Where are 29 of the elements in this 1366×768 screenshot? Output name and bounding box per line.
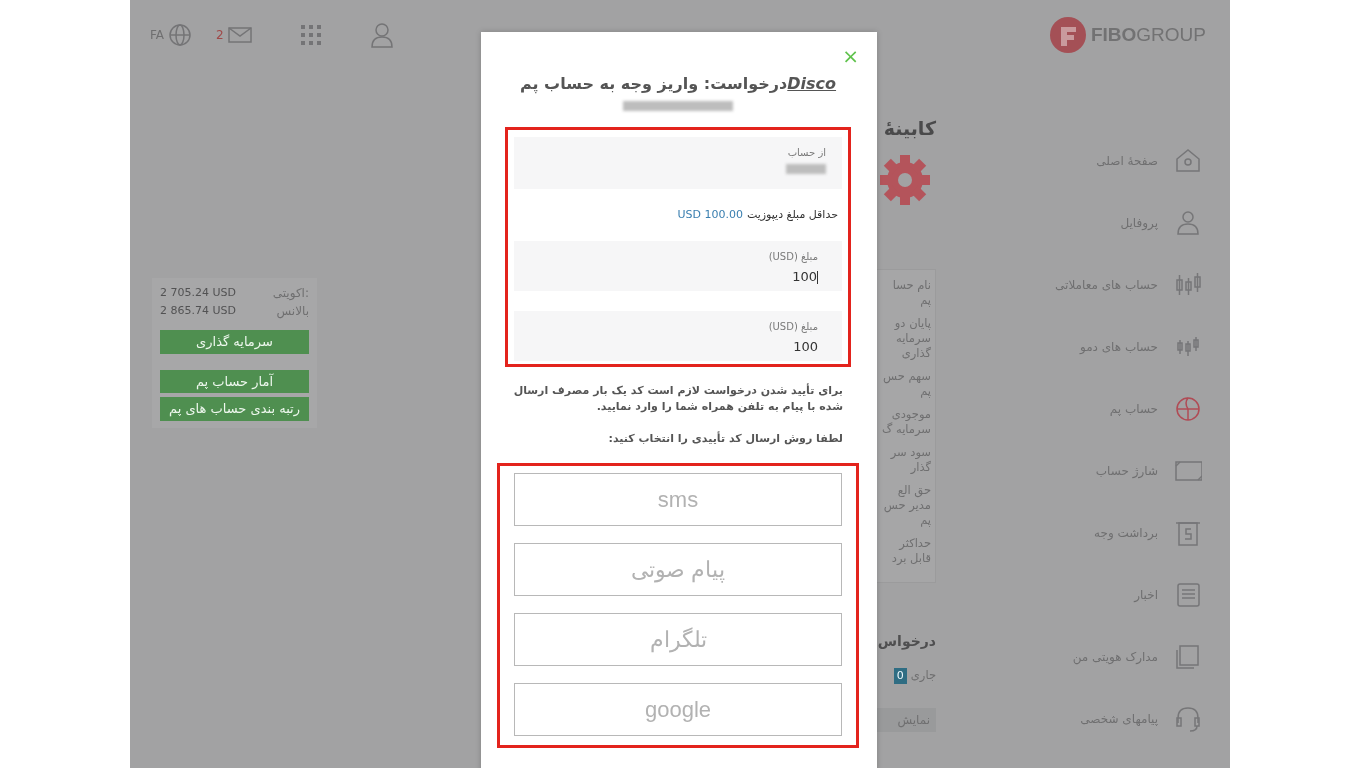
- mail-icon: [227, 26, 252, 44]
- min-deposit-label: حداقل مبلغ دیپوزیت: [746, 206, 838, 223]
- pamm-action-button[interactable]: رتبه بندی حساب های پم: [160, 397, 309, 421]
- pamm-action-button[interactable]: سرمایه گذاری: [160, 330, 309, 354]
- balance-label: بالانس: [276, 303, 309, 320]
- section-title: درخواس: [877, 631, 936, 652]
- instruction-text: برای تأیید شدن درخواست لازم است کد یک بار مصرف ارسال شده با پیام به تلفن همراه شما را وارد نمایید.: [512, 383, 844, 416]
- balance-label: اکویتی:: [272, 285, 309, 302]
- page-title: کابینهٔ: [883, 116, 936, 141]
- redacted-text: [786, 164, 826, 175]
- grid-icon: [299, 24, 322, 46]
- from-account-field[interactable]: از حساب: [514, 137, 842, 190]
- verification-method-button[interactable]: تلگرام: [514, 613, 842, 667]
- verification-method-button[interactable]: sms: [514, 473, 842, 527]
- count-badge: 0: [893, 667, 907, 684]
- verification-method-button[interactable]: پیام صوتی: [514, 543, 842, 597]
- balance-value: 2 705.24 USD: [160, 284, 236, 301]
- instruction-text: لطفا روش ارسال کد تأییدی را انتخاب کنید:: [607, 431, 844, 448]
- min-deposit-value: 100.00 USD: [677, 206, 743, 223]
- logo-mark-icon: [1048, 16, 1087, 54]
- pamm-action-button[interactable]: آمار حساب پم: [160, 369, 309, 393]
- gear-icon: [878, 152, 932, 207]
- balance-value: 2 865.74 USD: [160, 302, 236, 319]
- text-cursor: 100: [792, 268, 818, 287]
- unread-count: 2: [216, 27, 224, 44]
- user-icon: [369, 22, 394, 48]
- verification-method-button[interactable]: google: [514, 683, 842, 737]
- close-button[interactable]: ×: [842, 47, 859, 65]
- globe-icon: [168, 23, 192, 47]
